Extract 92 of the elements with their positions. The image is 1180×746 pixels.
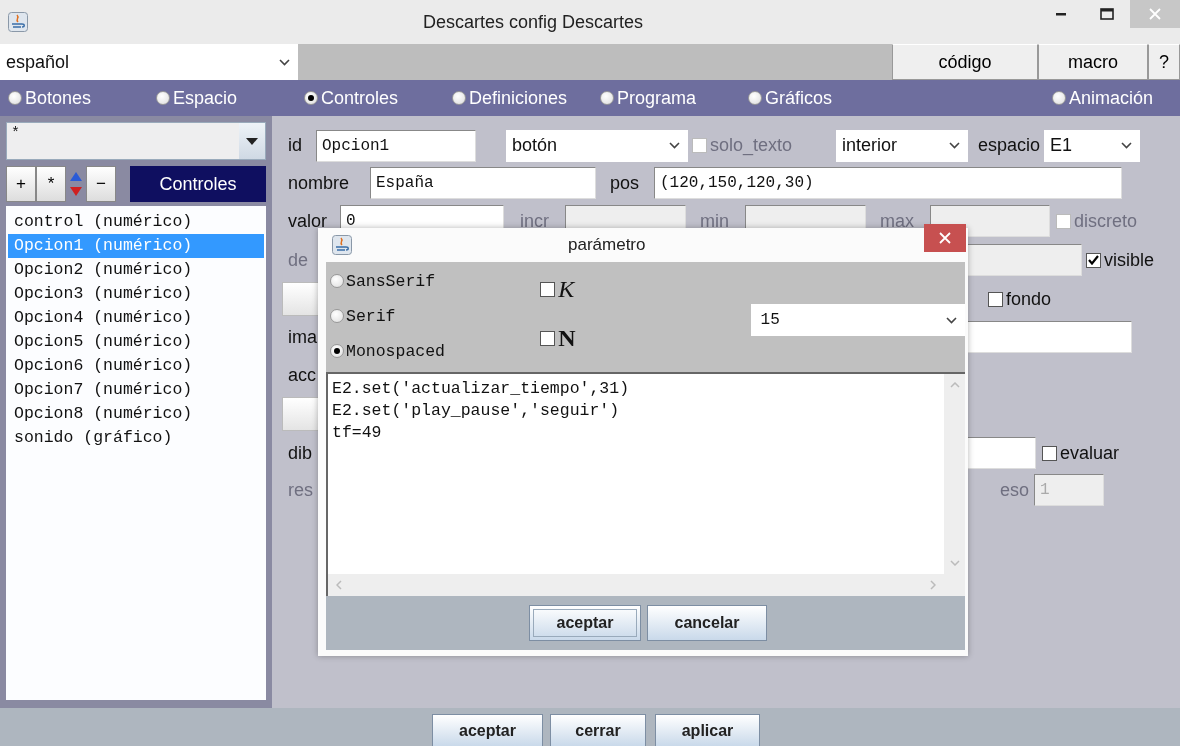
dialog-button[interactable]: aceptar [529, 605, 641, 641]
check-mark-icon [1088, 255, 1099, 265]
list-item[interactable]: control (numérico) [8, 210, 264, 234]
checkbox[interactable] [1042, 445, 1057, 461]
type-select[interactable]: botón [506, 129, 688, 162]
list-item[interactable]: Opcion4 (numérico) [8, 306, 264, 330]
footer-button[interactable]: aceptar [432, 714, 543, 746]
space-select[interactable]: E1 [1044, 129, 1140, 162]
java-app-icon [332, 235, 352, 255]
field-label: eso [1000, 479, 1031, 501]
toolbar-button[interactable]: ? [1148, 44, 1180, 80]
checkbox[interactable] [1086, 252, 1101, 268]
section-radio[interactable]: Espacio [156, 87, 296, 109]
chevron-down-icon [669, 142, 680, 149]
section-radio[interactable]: Controles [304, 87, 444, 109]
horizontal-scrollbar[interactable] [328, 574, 944, 596]
list-item[interactable]: sonido (gráfico) [8, 426, 264, 450]
toolbar-button[interactable]: código [892, 44, 1038, 80]
code-line: E2.set('play_pause','seguir') [332, 400, 621, 422]
checkbox-label: fondo [1006, 288, 1052, 310]
bold-checkbox[interactable] [540, 331, 556, 346]
section-radio[interactable]: Definiciones [452, 87, 592, 109]
dialog-title: parámetro [568, 235, 646, 255]
field-label: id [288, 135, 303, 156]
code-line: E2.set('actualizar_tiempo',31) [332, 378, 631, 400]
italic-checkbox[interactable] [540, 282, 556, 297]
code-text-area[interactable]: E2.set('actualizar_tiempo',31) E2.set('play_pause','seguir') tf=49 [326, 372, 965, 596]
chevron-down-icon [279, 58, 290, 66]
field-label: dib [288, 442, 314, 464]
pos-field[interactable]: (120,150,120,30) [654, 167, 1122, 199]
window-title: Descartes config Descartes [421, 11, 645, 33]
scroll-right-icon [930, 580, 936, 590]
field-label: max [880, 210, 915, 232]
field-label: ima [288, 326, 318, 348]
panel-title: Controles [130, 166, 266, 202]
id-field[interactable]: Opcion1 [316, 129, 476, 162]
java-app-icon [8, 12, 28, 32]
field-label: nombre [288, 172, 351, 194]
filter-combo[interactable]: * [6, 122, 266, 160]
remove-button[interactable]: − [86, 166, 116, 202]
footer-button[interactable]: aplicar [655, 714, 760, 746]
section-radio[interactable]: Programa [600, 87, 740, 109]
list-item[interactable]: Opcion7 (numérico) [8, 378, 264, 402]
font-radio[interactable]: Serif [330, 305, 541, 327]
name-field[interactable]: España [370, 167, 596, 199]
checkbox-label: discreto [1074, 210, 1138, 232]
list-item[interactable]: Opcion3 (numérico) [8, 282, 264, 306]
close-button[interactable] [924, 224, 966, 252]
field-label: pos [610, 172, 641, 194]
scroll-left-icon [336, 580, 342, 590]
field-label: espacio [978, 135, 1042, 156]
vertical-scrollbar[interactable] [944, 374, 965, 574]
field-label: incr [520, 210, 550, 232]
toolbar-button[interactable]: macro [1038, 44, 1148, 80]
language-select[interactable]: español [0, 44, 298, 80]
checkbox-label: solo_texto [710, 135, 793, 156]
chevron-down-icon [949, 142, 960, 149]
font-size-select[interactable]: 15 [750, 304, 965, 336]
list-item[interactable]: Opcion6 (numérico) [8, 354, 264, 378]
field-label: acc [288, 364, 317, 386]
list-item[interactable]: Opcion8 (numérico) [8, 402, 264, 426]
chevron-down-icon [946, 316, 957, 324]
close-icon [1149, 8, 1161, 20]
scroll-down-icon [949, 560, 960, 566]
list-item[interactable]: Opcion2 (numérico) [8, 258, 264, 282]
scroll-up-icon [949, 382, 960, 388]
field-label: de [288, 249, 310, 271]
font-radio[interactable]: Monospaced [330, 340, 541, 362]
dialog-button[interactable]: cancelar [647, 605, 767, 641]
field-label: min [700, 210, 730, 232]
maximize-icon [1100, 8, 1114, 20]
font-radio[interactable]: SansSerif [330, 270, 541, 292]
list-item[interactable]: Opcion5 (numérico) [8, 330, 264, 354]
minimize-icon [1055, 12, 1067, 16]
section-radio[interactable]: Botones [8, 87, 148, 109]
checkbox-label: visible [1104, 249, 1155, 271]
footer-button[interactable]: cerrar [550, 714, 646, 746]
italic-label: K [558, 276, 575, 303]
section-radio[interactable]: Animación [1052, 87, 1162, 109]
duplicate-button[interactable]: * [36, 166, 66, 202]
bold-label: N [558, 325, 576, 352]
close-icon [939, 232, 951, 244]
add-button[interactable]: + [6, 166, 36, 202]
chevron-down-icon [1121, 142, 1132, 149]
section-radio[interactable]: Gráficos [748, 87, 1036, 109]
code-line: tf=49 [332, 422, 383, 444]
dropdown-arrow-icon [246, 137, 258, 145]
checkbox-label: evaluar [1060, 442, 1120, 464]
region-select[interactable]: interior [836, 129, 968, 162]
field-label: valor [288, 210, 328, 232]
field-label: res [288, 479, 314, 501]
checkbox[interactable] [988, 291, 1003, 307]
